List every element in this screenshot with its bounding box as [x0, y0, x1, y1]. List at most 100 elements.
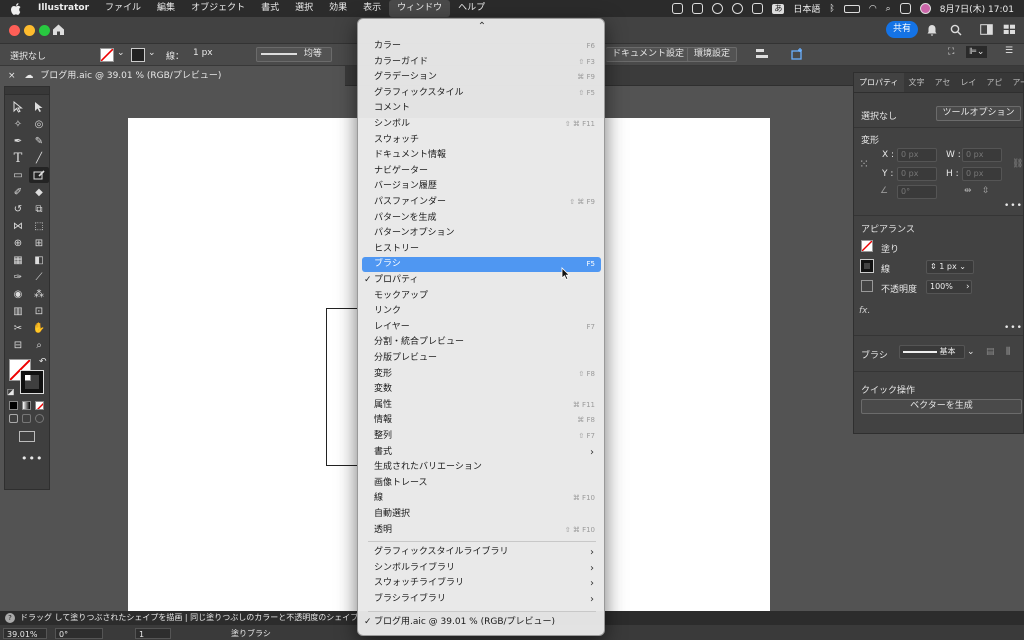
- curvature-tool-icon[interactable]: ✎: [29, 133, 49, 149]
- tab-properties[interactable]: プロパティ: [854, 73, 904, 92]
- close-tab-icon[interactable]: ×: [8, 71, 16, 81]
- share-button[interactable]: 共有: [886, 21, 918, 38]
- more-menu-icon[interactable]: ☰: [1005, 46, 1013, 56]
- rectangle-tool-icon[interactable]: ▭: [8, 167, 28, 183]
- menu-help[interactable]: ヘルプ: [450, 0, 493, 17]
- tab-layers[interactable]: レイ: [955, 73, 981, 92]
- eyedropper-tool-icon[interactable]: ✑: [8, 269, 28, 285]
- control-center-icon[interactable]: [899, 3, 911, 14]
- document-setup-button[interactable]: ドキュメント設定: [606, 47, 692, 62]
- menu-view[interactable]: 表示: [355, 0, 389, 17]
- draw-behind-icon[interactable]: [22, 414, 31, 423]
- window-menu-item[interactable]: 変数: [362, 382, 601, 397]
- menu-app-name[interactable]: Illustrator: [30, 0, 97, 17]
- gradient-tool-icon[interactable]: ◧: [29, 252, 49, 268]
- fx-button[interactable]: fx.: [859, 306, 870, 316]
- shape-builder-tool-icon[interactable]: ⊕: [8, 235, 28, 251]
- window-menu-item[interactable]: 生成されたバリエーション: [362, 460, 601, 475]
- stroke-swatch-tool[interactable]: [20, 370, 44, 394]
- window-menu-item[interactable]: グラフィックスタイル ⇧ F5: [362, 86, 601, 101]
- tab-character[interactable]: 文字: [904, 73, 930, 92]
- fill-swatch-panel[interactable]: [861, 240, 873, 252]
- none-mode-icon[interactable]: [35, 401, 44, 410]
- hand-tool-icon[interactable]: ✋: [29, 320, 49, 336]
- measure-tool-icon[interactable]: ⟋: [29, 269, 49, 285]
- window-menu-item[interactable]: 画像トレース: [362, 476, 601, 491]
- stroke-weight-panel-field[interactable]: ⇕ 1 px ⌄: [926, 260, 974, 274]
- brush-options-icon[interactable]: ▤: [986, 347, 995, 357]
- panel-menu-icon[interactable]: ⊫⌄: [966, 46, 988, 58]
- zoom-field[interactable]: 39.01%: [3, 628, 47, 639]
- menu-edit[interactable]: 編集: [149, 0, 183, 17]
- window-menu-item[interactable]: 分版プレビュー: [362, 351, 601, 366]
- bell-icon[interactable]: [926, 24, 938, 36]
- window-menu-item[interactable]: グラフィックスタイルライブラリ ›: [362, 545, 601, 560]
- window-menu-item[interactable]: シンボルライブラリ ›: [362, 561, 601, 576]
- slice-tool-icon[interactable]: ✂: [8, 320, 28, 336]
- menu-window[interactable]: ウィンドウ: [389, 0, 451, 17]
- generate-vector-button[interactable]: ベクターを生成: [861, 399, 1022, 414]
- constrain-proportions-icon[interactable]: ⛓: [1012, 159, 1023, 169]
- workspace-icon[interactable]: [980, 24, 993, 36]
- window-menu-item[interactable]: 自動選択: [362, 507, 601, 522]
- zoom-window-button[interactable]: [39, 25, 50, 36]
- opacity-chevron-icon[interactable]: ›: [966, 282, 970, 292]
- window-menu-item[interactable]: カラー F6: [362, 39, 601, 54]
- line-tool-icon[interactable]: ╱: [29, 150, 49, 166]
- window-menu-item[interactable]: 情報 ⌘ F8: [362, 413, 601, 428]
- rotation-field[interactable]: 0°: [55, 628, 103, 639]
- symbol-sprayer-tool-icon[interactable]: ⁂: [29, 286, 49, 302]
- window-menu-item[interactable]: パターンを生成: [362, 211, 601, 226]
- rotate-tool-icon[interactable]: ↺: [8, 201, 28, 217]
- draw-inside-icon[interactable]: [35, 414, 44, 423]
- window-menu-item[interactable]: ブラシライブラリ ›: [362, 592, 601, 607]
- calendar-icon[interactable]: [752, 3, 764, 14]
- recolor-icon[interactable]: [790, 47, 804, 64]
- preferences-button[interactable]: 環境設定: [687, 47, 738, 62]
- default-fill-stroke-icon[interactable]: ◪: [7, 387, 15, 396]
- window-menu-item[interactable]: 線 ⌘ F10: [362, 491, 601, 506]
- grid-icon[interactable]: [692, 3, 704, 14]
- home-icon[interactable]: [52, 23, 65, 39]
- menu-select[interactable]: 選択: [287, 0, 321, 17]
- window-menu-item[interactable]: シンボル ⇧ ⌘ F11: [362, 117, 601, 132]
- y-field[interactable]: 0 px: [897, 167, 937, 181]
- window-menu-item[interactable]: 書式 ›: [362, 445, 601, 460]
- reference-point-icon[interactable]: ⁙: [859, 157, 869, 171]
- menu-object[interactable]: オブジェクト: [183, 0, 253, 17]
- scale-tool-icon[interactable]: ⧉: [29, 201, 49, 217]
- window-menu-item[interactable]: 整列 ⇧ F7: [362, 429, 601, 444]
- stroke-dropdown-icon[interactable]: ⌄: [148, 48, 156, 58]
- play-icon[interactable]: [732, 3, 744, 14]
- perspective-grid-tool-icon[interactable]: ⊞: [29, 235, 49, 251]
- brush-select[interactable]: 基本: [899, 345, 965, 359]
- window-menu-item[interactable]: 分割・統合プレビュー: [362, 335, 601, 350]
- color-mode-icon[interactable]: [9, 401, 18, 410]
- apple-icon[interactable]: [10, 2, 22, 15]
- transform-more-icon[interactable]: •••: [1004, 201, 1023, 211]
- window-menu-item[interactable]: コメント: [362, 101, 601, 116]
- zoom-tool-icon[interactable]: ⌕: [29, 337, 49, 353]
- graph-tool-icon[interactable]: ▥: [8, 303, 28, 319]
- close-window-button[interactable]: [9, 25, 20, 36]
- tools-panel-header[interactable]: [5, 87, 49, 95]
- help-icon[interactable]: ?: [5, 613, 15, 623]
- clock[interactable]: 8月7日(木) 17:01: [940, 2, 1014, 15]
- stroke-swatch[interactable]: [131, 48, 145, 62]
- flip-vertical-icon[interactable]: ⇳: [982, 186, 990, 196]
- flip-horizontal-icon[interactable]: ⇹: [964, 186, 972, 196]
- tab-appearance[interactable]: アピ: [981, 73, 1007, 92]
- search-icon[interactable]: ⌕: [886, 4, 891, 14]
- window-menu-item[interactable]: ドキュメント情報: [362, 148, 601, 163]
- menu-file[interactable]: ファイル: [97, 0, 149, 17]
- pen-tool-icon[interactable]: ✒: [8, 133, 28, 149]
- direct-selection-tool-icon[interactable]: [29, 99, 49, 115]
- type-tool-icon[interactable]: T: [8, 150, 28, 166]
- gradient-mode-icon[interactable]: [22, 401, 31, 410]
- rectangle-shape[interactable]: [326, 308, 358, 466]
- minimize-window-button[interactable]: [24, 25, 35, 36]
- window-menu-item[interactable]: パスファインダー ⇧ ⌘ F9: [362, 195, 601, 210]
- window-menu-item[interactable]: スウォッチ: [362, 133, 601, 148]
- tab-assets[interactable]: アセ: [930, 73, 956, 92]
- scroll-up-arrow-icon[interactable]: ⌃: [358, 21, 604, 32]
